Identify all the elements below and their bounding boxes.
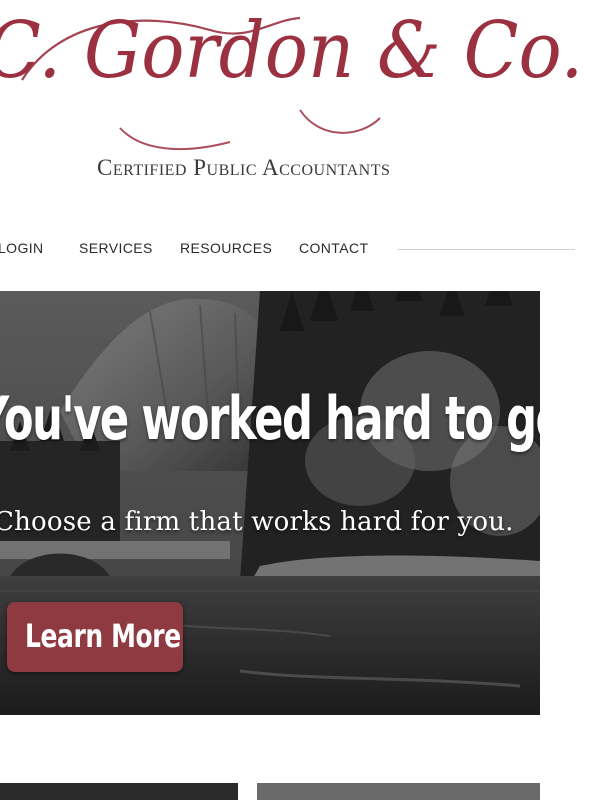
feature-image-right[interactable]: [257, 783, 540, 800]
nav-divider: [398, 249, 575, 250]
hero-banner: You've worked hard to get where you are.…: [0, 291, 540, 715]
hero-headline: You've worked hard to get where you are.: [0, 384, 540, 454]
logo-wordmark: C. Gordon & Co.: [0, 6, 584, 96]
learn-more-button[interactable]: Learn More: [7, 602, 183, 672]
main-nav: LOGIN SERVICES RESOURCES CONTACT: [0, 232, 606, 266]
nav-item-contact[interactable]: CONTACT: [299, 240, 368, 256]
nav-item-services[interactable]: SERVICES: [79, 240, 153, 256]
learn-more-label: Learn More: [25, 617, 181, 655]
site-logo[interactable]: C. Gordon & Co. Certified Public Account…: [0, 0, 606, 200]
nav-item-resources[interactable]: RESOURCES: [180, 240, 272, 256]
logo-tagline: Certified Public Accountants: [97, 155, 391, 180]
feature-image-left[interactable]: [0, 783, 238, 800]
hero-subheadline: Choose a firm that works hard for you.: [0, 507, 514, 537]
nav-item-login[interactable]: LOGIN: [0, 240, 44, 256]
page: C. Gordon & Co. Certified Public Account…: [0, 0, 606, 800]
